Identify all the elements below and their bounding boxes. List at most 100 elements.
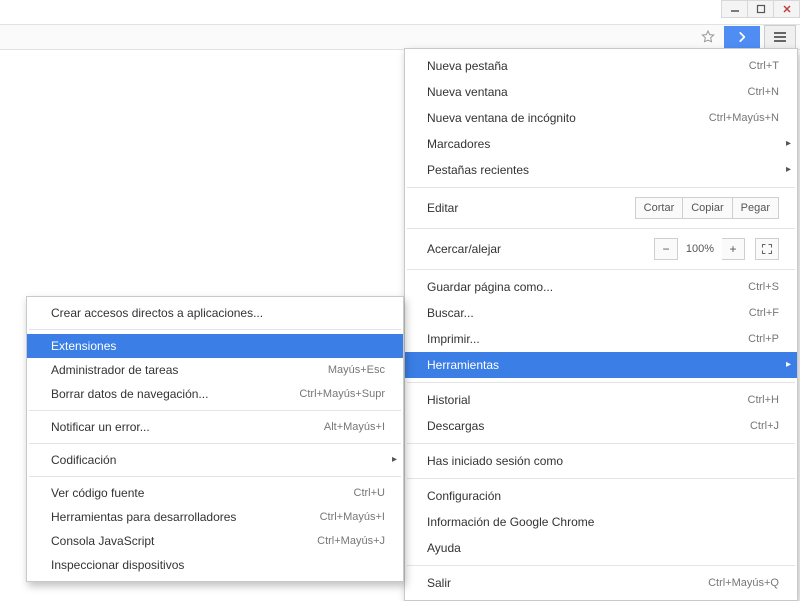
menu-item-label: Pestañas recientes	[427, 162, 529, 178]
menu-item-label: Has iniciado sesión como	[427, 453, 563, 469]
chevron-right-icon: ▸	[786, 357, 791, 373]
window-controls	[721, 0, 800, 18]
submenu-item-encoding[interactable]: Codificación ▸	[27, 448, 403, 472]
menu-item-label: Notificar un error...	[51, 419, 150, 435]
hamburger-menu-button[interactable]	[764, 25, 796, 49]
window-minimize-button[interactable]	[722, 0, 748, 18]
menu-item-save-page[interactable]: Guardar página como... Ctrl+S	[405, 274, 797, 300]
menu-item-label: Guardar página como...	[427, 279, 553, 295]
submenu-item-create-shortcuts[interactable]: Crear accesos directos a aplicaciones...	[27, 301, 403, 325]
menu-item-help[interactable]: Ayuda	[405, 535, 797, 561]
submenu-item-task-manager[interactable]: Administrador de tareas Mayús+Esc	[27, 358, 403, 382]
submenu-item-inspect-devices[interactable]: Inspeccionar dispositivos	[27, 553, 403, 577]
menu-item-incognito[interactable]: Nueva ventana de incógnito Ctrl+Mayús+N	[405, 105, 797, 131]
menu-item-label: Codificación	[51, 452, 116, 468]
menu-item-label: Nueva ventana	[427, 84, 508, 100]
menu-item-label: Herramientas	[427, 357, 499, 373]
menu-item-shortcut: Ctrl+Mayús+Q	[708, 575, 779, 591]
menu-item-tools[interactable]: Herramientas ▸	[405, 352, 797, 378]
menu-item-new-window[interactable]: Nueva ventana Ctrl+N	[405, 79, 797, 105]
menu-item-shortcut: Ctrl+T	[749, 58, 779, 74]
menu-item-label: Acercar/alejar	[427, 241, 501, 257]
menu-item-shortcut: Ctrl+Mayús+N	[709, 110, 779, 126]
menu-item-label: Información de Google Chrome	[427, 514, 594, 530]
menu-item-shortcut: Ctrl+J	[750, 418, 779, 434]
menu-item-label: Buscar...	[427, 305, 474, 321]
menu-item-exit[interactable]: Salir Ctrl+Mayús+Q	[405, 570, 797, 596]
menu-item-zoom: Acercar/alejar − 100% +	[405, 233, 797, 265]
chevron-right-icon: ▸	[392, 452, 397, 468]
menu-item-about[interactable]: Información de Google Chrome	[405, 509, 797, 535]
menu-item-shortcut: Alt+Mayús+I	[324, 419, 385, 435]
chevron-right-icon: ▸	[786, 136, 791, 152]
menu-item-label: Imprimir...	[427, 331, 480, 347]
menu-item-label: Marcadores	[427, 136, 490, 152]
menu-item-recent-tabs[interactable]: Pestañas recientes ▸	[405, 157, 797, 183]
menu-item-shortcut: Ctrl+U	[354, 485, 385, 501]
menu-separator	[29, 443, 401, 444]
fullscreen-button[interactable]	[755, 238, 779, 260]
menu-item-label: Nueva ventana de incógnito	[427, 110, 576, 126]
menu-item-downloads[interactable]: Descargas Ctrl+J	[405, 413, 797, 439]
menu-item-shortcut: Mayús+Esc	[328, 362, 385, 378]
menu-item-shortcut: Ctrl+S	[748, 279, 779, 295]
menu-separator	[407, 478, 795, 479]
menu-item-shortcut: Ctrl+Mayús+I	[320, 509, 385, 525]
menu-item-shortcut: Ctrl+P	[748, 331, 779, 347]
menu-item-label: Ver código fuente	[51, 485, 144, 501]
menu-item-label: Editar	[427, 200, 458, 216]
menu-item-shortcut: Ctrl+H	[748, 392, 779, 408]
forward-arrow-button[interactable]	[724, 26, 760, 48]
menu-item-signed-in[interactable]: Has iniciado sesión como	[405, 448, 797, 474]
menu-item-edit: Editar Cortar Copiar Pegar	[405, 192, 797, 224]
submenu-item-dev-tools[interactable]: Herramientas para desarrolladores Ctrl+M…	[27, 505, 403, 529]
cut-button[interactable]: Cortar	[635, 197, 684, 219]
menu-item-label: Borrar datos de navegación...	[51, 386, 208, 402]
paste-button[interactable]: Pegar	[733, 197, 779, 219]
menu-item-shortcut: Ctrl+N	[748, 84, 779, 100]
bookmark-star-icon[interactable]	[692, 26, 724, 48]
chrome-main-menu: Nueva pestaña Ctrl+T Nueva ventana Ctrl+…	[404, 48, 798, 601]
menu-item-label: Extensiones	[51, 338, 116, 354]
menu-separator	[407, 382, 795, 383]
menu-item-shortcut: Ctrl+Mayús+Supr	[299, 386, 385, 402]
menu-item-settings[interactable]: Configuración	[405, 483, 797, 509]
menu-item-label: Crear accesos directos a aplicaciones...	[51, 305, 263, 321]
menu-separator	[29, 329, 401, 330]
submenu-item-extensions[interactable]: Extensiones	[27, 334, 403, 358]
zoom-value: 100%	[678, 241, 722, 257]
zoom-out-button[interactable]: −	[654, 238, 678, 260]
submenu-item-clear-browsing-data[interactable]: Borrar datos de navegación... Ctrl+Mayús…	[27, 382, 403, 406]
menu-item-find[interactable]: Buscar... Ctrl+F	[405, 300, 797, 326]
menu-item-new-tab[interactable]: Nueva pestaña Ctrl+T	[405, 53, 797, 79]
menu-item-bookmarks[interactable]: Marcadores ▸	[405, 131, 797, 157]
menu-item-label: Descargas	[427, 418, 484, 434]
menu-item-history[interactable]: Historial Ctrl+H	[405, 387, 797, 413]
window-close-button[interactable]	[774, 0, 800, 18]
omnibox-toolbar	[0, 24, 800, 50]
menu-item-label: Nueva pestaña	[427, 58, 508, 74]
menu-separator	[29, 410, 401, 411]
menu-separator	[407, 565, 795, 566]
menu-item-label: Consola JavaScript	[51, 533, 154, 549]
copy-button[interactable]: Copiar	[683, 197, 732, 219]
menu-separator	[407, 187, 795, 188]
menu-item-label: Historial	[427, 392, 470, 408]
menu-separator	[407, 443, 795, 444]
menu-separator	[407, 269, 795, 270]
menu-item-shortcut: Ctrl+F	[749, 305, 779, 321]
window-maximize-button[interactable]	[748, 0, 774, 18]
menu-item-label: Inspeccionar dispositivos	[51, 557, 184, 573]
menu-item-shortcut: Ctrl+Mayús+J	[317, 533, 385, 549]
chevron-right-icon: ▸	[786, 162, 791, 178]
zoom-in-button[interactable]: +	[722, 238, 745, 260]
submenu-item-js-console[interactable]: Consola JavaScript Ctrl+Mayús+J	[27, 529, 403, 553]
menu-item-label: Administrador de tareas	[51, 362, 178, 378]
submenu-item-view-source[interactable]: Ver código fuente Ctrl+U	[27, 481, 403, 505]
menu-separator	[29, 476, 401, 477]
menu-item-label: Herramientas para desarrolladores	[51, 509, 236, 525]
menu-item-label: Configuración	[427, 488, 501, 504]
submenu-item-report-issue[interactable]: Notificar un error... Alt+Mayús+I	[27, 415, 403, 439]
menu-item-print[interactable]: Imprimir... Ctrl+P	[405, 326, 797, 352]
menu-separator	[407, 228, 795, 229]
